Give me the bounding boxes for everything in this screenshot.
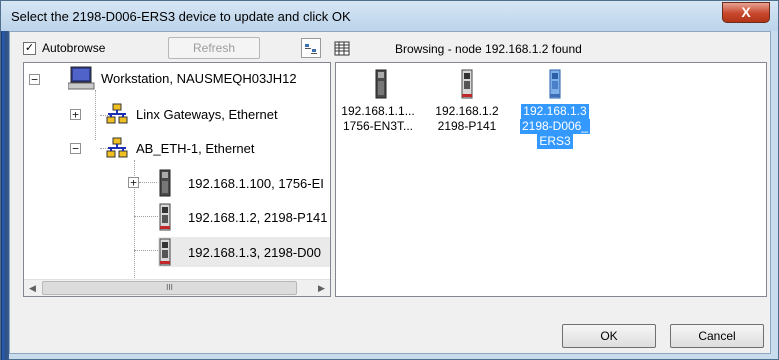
device-list-panel[interactable]: 192.168.1.1... 1756-EN3T... 192.168.1.2 … <box>335 62 767 297</box>
tree-horizontal-scrollbar[interactable]: ◀ III ▶ <box>24 279 330 296</box>
refresh-button[interactable]: Refresh <box>168 37 260 59</box>
tree-expander[interactable]: + <box>128 177 139 188</box>
device-label-line2: 1756-EN3T... <box>342 119 414 133</box>
browse-status-text: Browsing - node 192.168.1.2 found <box>395 42 582 56</box>
title-bar: Select the 2198-D006-ERS3 device to upda… <box>1 1 778 31</box>
device-label-line1: 192.168.1.2 <box>435 104 499 118</box>
tree-item-label: AB_ETH-1, Ethernet <box>136 140 255 156</box>
workstation-icon <box>68 66 95 90</box>
device-label-line3: ERS3 <box>537 134 573 149</box>
network-icon <box>106 103 128 124</box>
tree-connector <box>139 182 157 183</box>
tree-item-linx-gateways[interactable]: Linx Gateways, Ethernet <box>106 103 278 125</box>
scroll-left-icon[interactable]: ◀ <box>24 280 41 296</box>
small-icons-view-button[interactable] <box>301 38 321 58</box>
tree-item-label: Workstation, NAUSMEQH03JH12 <box>101 70 297 86</box>
list-view-button[interactable] <box>332 38 352 58</box>
tree-item-label: Linx Gateways, Ethernet <box>136 106 278 122</box>
tree-expander[interactable]: − <box>70 143 81 154</box>
tree-item-192-168-1-2[interactable]: 192.168.1.2, 2198-P141 <box>158 203 328 231</box>
tree-item-label: 192.168.1.3, 2198-D00 <box>188 244 321 260</box>
small-icons-view-icon <box>305 44 317 54</box>
device-item-2198-d006-ers3[interactable]: 192.168.1.3 2198-D006_ ERS3 <box>513 104 597 149</box>
module-icon[interactable] <box>374 69 388 102</box>
dialog-title: Select the 2198-D006-ERS3 device to upda… <box>11 9 351 24</box>
tree-connector <box>95 90 96 140</box>
device-label-line2: 2198-D006_ <box>519 119 591 134</box>
cancel-button[interactable]: Cancel <box>670 324 764 348</box>
tree-expander[interactable]: − <box>29 74 40 85</box>
scroll-right-icon[interactable]: ▶ <box>313 280 330 296</box>
tree-item-ab-eth-1[interactable]: AB_ETH-1, Ethernet <box>106 137 255 159</box>
drive-icon <box>159 203 171 231</box>
module-icon <box>159 169 171 197</box>
tree-connector <box>134 250 158 251</box>
ok-button[interactable]: OK <box>562 324 656 348</box>
tree-expander[interactable]: + <box>70 109 81 120</box>
autobrowse-label: Autobrowse <box>42 41 106 55</box>
tree-item-label: 192.168.1.100, 1756-EI <box>188 175 324 191</box>
scrollbar-thumb[interactable]: III <box>42 281 297 295</box>
autobrowse-checkbox[interactable]: ✓ <box>23 41 36 55</box>
device-item-2198-p141[interactable]: 192.168.1.2 2198-P141 <box>425 104 509 134</box>
close-button[interactable]: X <box>722 2 770 23</box>
network-tree[interactable]: − Workstation, NAUSMEQH03JH12 + Linx Gat… <box>23 62 331 297</box>
device-label-line1: 192.168.1.3 <box>521 104 589 119</box>
drive-icon[interactable] <box>460 69 474 102</box>
dialog-client-area: ✓ Autobrowse Refresh Browsing - node 192… <box>9 31 771 354</box>
list-view-icon <box>334 41 350 56</box>
device-label-line2: 2198-P141 <box>437 119 497 133</box>
tree-item-label: 192.168.1.2, 2198-P141 <box>188 209 328 225</box>
device-label-line1: 192.168.1.1... <box>341 104 415 118</box>
drive-icon <box>159 238 171 266</box>
tree-item-192-168-1-3[interactable]: 192.168.1.3, 2198-D00 <box>158 237 330 267</box>
tree-item-192-168-1-100[interactable]: 192.168.1.100, 1756-EI <box>158 169 324 197</box>
tree-connector <box>134 216 158 217</box>
dialog-window: Select the 2198-D006-ERS3 device to upda… <box>0 0 779 360</box>
drive-blue-icon[interactable] <box>548 69 562 102</box>
autobrowse-option[interactable]: ✓ Autobrowse <box>23 37 105 59</box>
window-edge <box>1 31 9 360</box>
network-icon <box>106 137 128 158</box>
tree-item-workstation[interactable]: Workstation, NAUSMEQH03JH12 <box>68 66 297 90</box>
device-item-1756[interactable]: 192.168.1.1... 1756-EN3T... <box>336 104 420 134</box>
